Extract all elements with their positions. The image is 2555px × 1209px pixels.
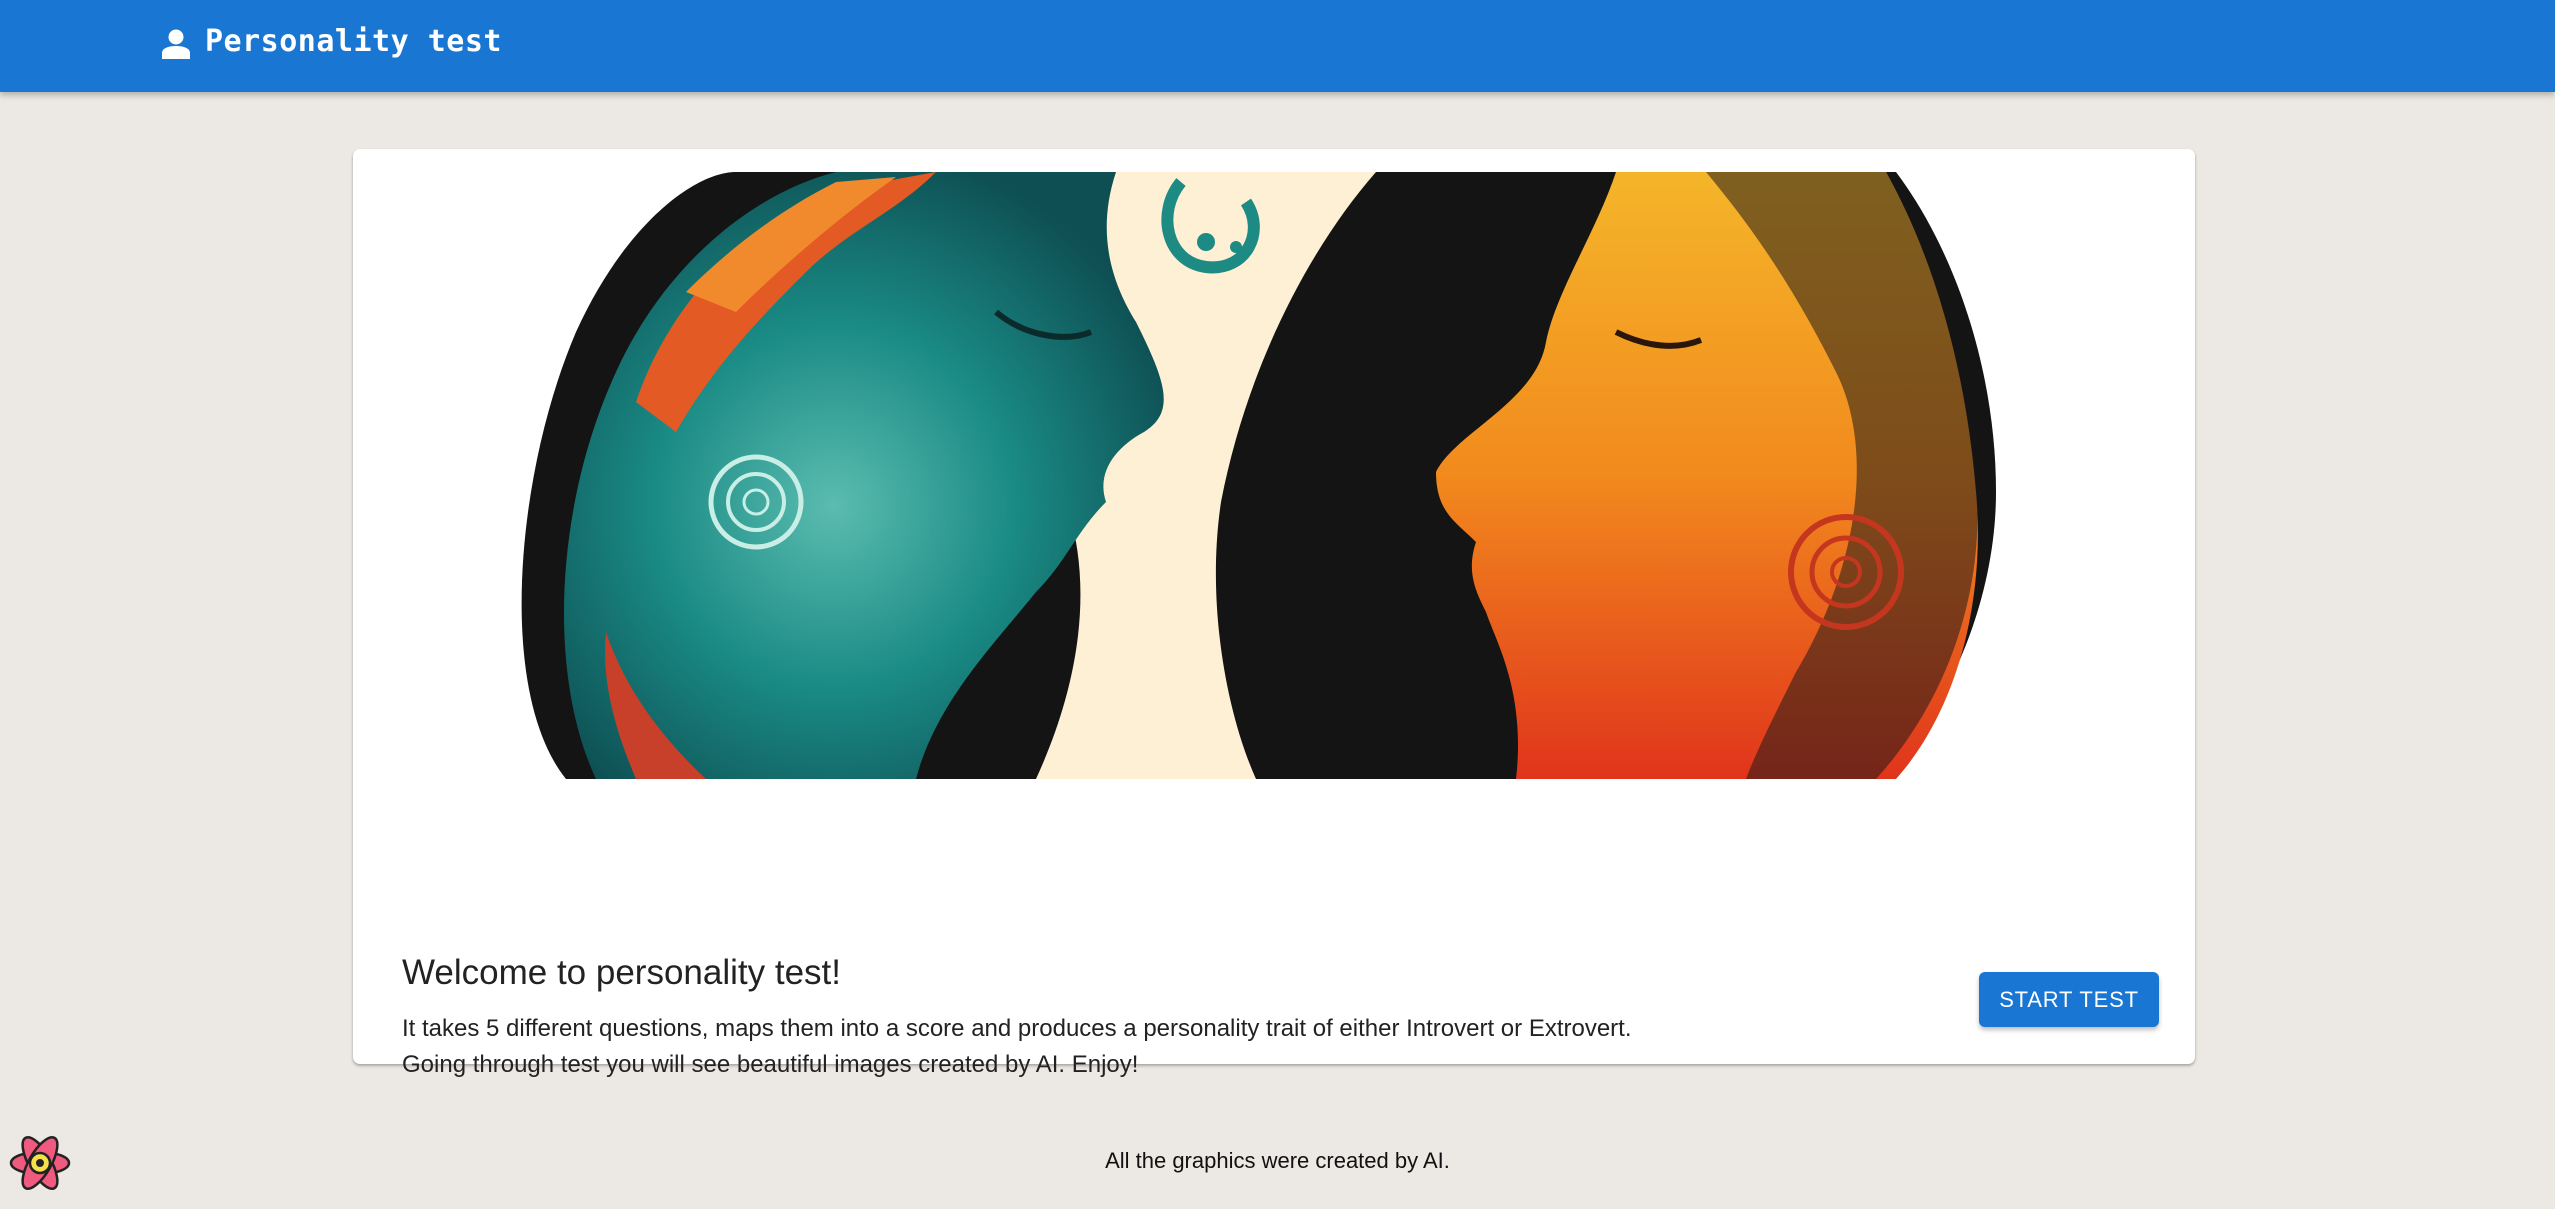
footer-credit: All the graphics were created by AI. [1105,1148,1450,1173]
description-line-1: It takes 5 different questions, maps the… [402,1015,1632,1042]
app-title: Personality test [205,24,502,59]
react-logo-icon[interactable] [8,1132,72,1194]
start-test-button[interactable]: START TEST [1979,972,2159,1027]
welcome-title: Welcome to personality test! [402,953,841,992]
app-bar: Personality test [0,0,2555,92]
person-icon [162,29,190,59]
description-line-2: Going through test you will see beautifu… [402,1051,1139,1078]
hero-image [376,172,2172,779]
welcome-card: Welcome to personality test! It takes 5 … [353,149,2195,1078]
